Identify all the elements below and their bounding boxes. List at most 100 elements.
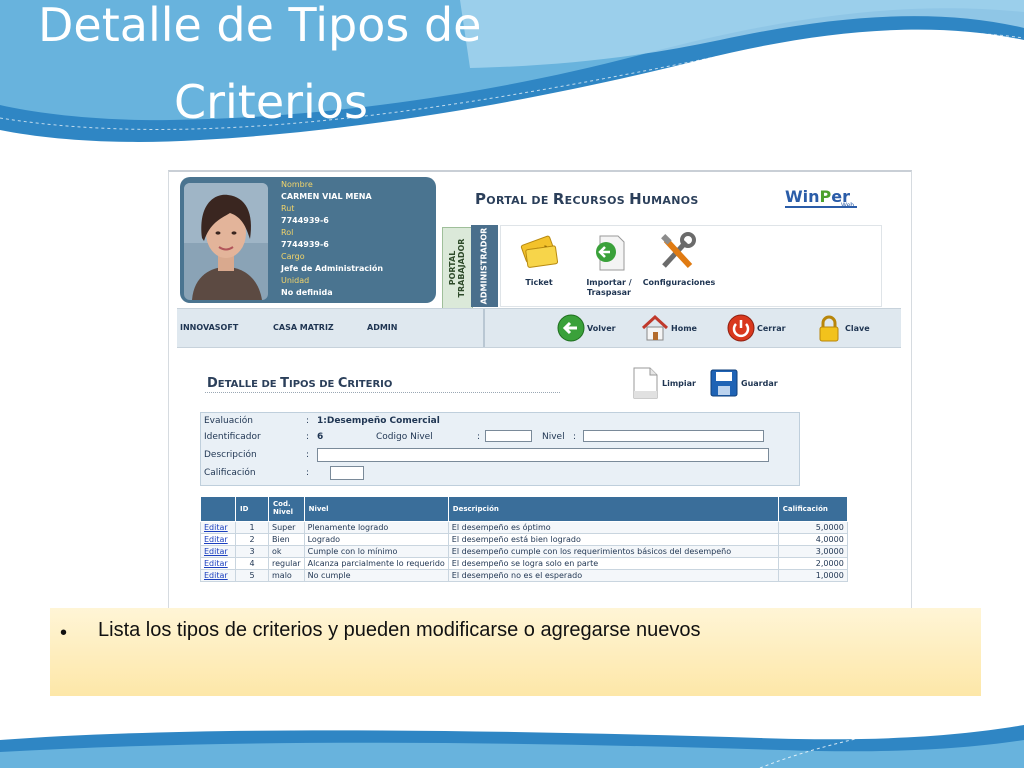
calificacion-colon: : (306, 468, 310, 478)
logo-text-p: P (819, 187, 832, 206)
descripcion-input[interactable] (317, 448, 769, 462)
form-title-c-rest: RITERIO (347, 379, 393, 390)
cerrar-label: Cerrar (757, 324, 786, 333)
rol-value: 7744939-6 (281, 240, 329, 249)
descripcion-cell: El desempeño cumple con los requerimient… (447, 545, 779, 558)
identificador-value: 6 (317, 432, 324, 442)
table-row: Editar 4 regular Alcanza parcialmente lo… (200, 557, 848, 570)
tab-portal-trabajador[interactable]: PORTAL TRABAJADOR (442, 227, 473, 309)
portal-title: PORTAL DE RECURSOS HUMANOS (475, 190, 699, 208)
limpiar-button[interactable]: Limpiar (631, 367, 697, 399)
evaluacion-value: 1:Desempeño Comercial (317, 416, 440, 426)
nivel-label: Nivel (542, 432, 565, 442)
nivel-cell: Cumple con lo mínimo (303, 545, 449, 558)
company-name: INNOVASOFT (180, 323, 239, 332)
menu-item-importar[interactable]: Importar / Traspasar (579, 230, 639, 297)
portal-title-r-rest: ECURSOS (564, 194, 630, 207)
rut-label: Rut (281, 204, 295, 213)
calificacion-label: Calificación (204, 468, 256, 478)
nav-divider (483, 309, 485, 347)
guardar-label: Guardar (741, 379, 778, 388)
descripcion-label: Descripción (204, 450, 257, 460)
limpiar-label: Limpiar (662, 379, 696, 388)
edit-link[interactable]: Editar (204, 559, 228, 568)
header-cod-nivel: Cod. Nivel (268, 496, 305, 522)
home-label: Home (671, 324, 697, 333)
header-id: ID (235, 496, 269, 522)
identificador-label: Identificador (204, 432, 261, 442)
evaluacion-label: Evaluación (204, 416, 253, 426)
unidad-label: Unidad (281, 276, 310, 285)
criterios-table: ID Cod. Nivel Nivel Descripción Califica… (200, 496, 848, 582)
note-text: Lista los tipos de criterios y pueden mo… (98, 619, 701, 641)
cerrar-button[interactable]: Cerrar (727, 314, 793, 342)
header-nivel: Nivel (303, 496, 449, 522)
save-disk-icon (710, 369, 738, 397)
codigo-nivel-input[interactable] (485, 430, 532, 442)
clave-button[interactable]: Clave (815, 314, 881, 342)
nombre-label: Nombre (281, 180, 313, 189)
note-bullet: • (60, 622, 68, 644)
nivel-input[interactable] (583, 430, 764, 442)
edit-link[interactable]: Editar (204, 547, 228, 556)
identificador-colon: : (306, 432, 310, 442)
rut-value: 7744939-6 (281, 216, 329, 225)
id-cell: 4 (235, 557, 269, 570)
descripcion-cell: El desempeño está bien logrado (447, 533, 779, 546)
calificacion-input[interactable] (330, 466, 364, 480)
nivel-cell: No cumple (303, 569, 449, 582)
menu-item-configuraciones[interactable]: Configuraciones (641, 230, 717, 287)
slide-title-line-2: Criterios (174, 75, 368, 129)
descripcion-cell: El desempeño no es el esperado (447, 569, 779, 582)
table-header-row: ID Cod. Nivel Nivel Descripción Califica… (200, 496, 848, 522)
form-title-underline (205, 392, 560, 393)
cod-cell: Bien (268, 533, 305, 546)
id-cell: 5 (235, 569, 269, 582)
tab-administrador[interactable]: ADMINISTRADOR (471, 225, 498, 307)
lock-icon (819, 315, 839, 342)
nivel-cell: Alcanza parcialmente lo requerido (303, 557, 449, 570)
codigo-nivel-label: Codigo Nivel (376, 432, 433, 442)
volver-button[interactable]: Volver (557, 314, 623, 342)
table-row: Editar 5 malo No cumple El desempeño no … (200, 569, 848, 582)
cargo-label: Cargo (281, 252, 305, 261)
menu-ticket-label: Ticket (525, 278, 553, 287)
guardar-button[interactable]: Guardar (710, 367, 780, 399)
portal-title-p-rest: ORTAL DE (486, 194, 553, 207)
form-title-c: C (337, 376, 348, 391)
codigo-nivel-colon: : (477, 432, 481, 442)
cod-cell: regular (268, 557, 305, 570)
calificacion-cell: 1,0000 (777, 569, 848, 582)
calificacion-cell: 3,0000 (777, 545, 848, 558)
edit-cell: Editar (200, 569, 236, 582)
portal-title-p: P (475, 190, 487, 208)
winper-logo: WinPer Web (785, 187, 857, 209)
cod-cell: malo (268, 569, 305, 582)
edit-link[interactable]: Editar (204, 523, 228, 532)
menu-item-ticket[interactable]: Ticket Ticket (511, 230, 567, 287)
slide-note-box: • Lista los tipos de criterios y pueden … (50, 608, 981, 696)
tab-administrador-label: ADMINISTRADOR (479, 227, 489, 305)
navigation-bar: INNOVASOFT CASA MATRIZ ADMIN Volver Home (177, 308, 901, 348)
edit-link[interactable]: Editar (204, 535, 228, 544)
admin-menu-panel: Ticket Ticket Importar / Traspasar Confi… (500, 225, 882, 307)
home-button[interactable]: Home (641, 314, 707, 342)
user-name: ADMIN (367, 323, 398, 332)
menu-importar-label: Importar / Traspasar (586, 278, 632, 297)
nombre-value: CARMEN VIAL MENA (281, 192, 372, 201)
import-icon (596, 235, 625, 271)
calificacion-cell: 5,0000 (777, 521, 848, 534)
portal-title-h-rest: UMANOS (641, 194, 699, 207)
table-row: Editar 2 Bien Logrado El desempeño está … (200, 533, 848, 546)
nivel-cell: Logrado (303, 533, 449, 546)
home-icon (641, 314, 669, 341)
portal-title-h: H (629, 190, 642, 208)
edit-link[interactable]: Editar (204, 571, 228, 580)
cod-cell: Super (268, 521, 305, 534)
nivel-colon: : (573, 432, 577, 442)
volver-label: Volver (587, 324, 616, 333)
form-title-t: T (280, 376, 289, 391)
user-photo (184, 183, 268, 300)
back-arrow-icon (557, 314, 585, 342)
form-title: DETALLE DE TIPOS DE CRITERIO (207, 376, 392, 391)
